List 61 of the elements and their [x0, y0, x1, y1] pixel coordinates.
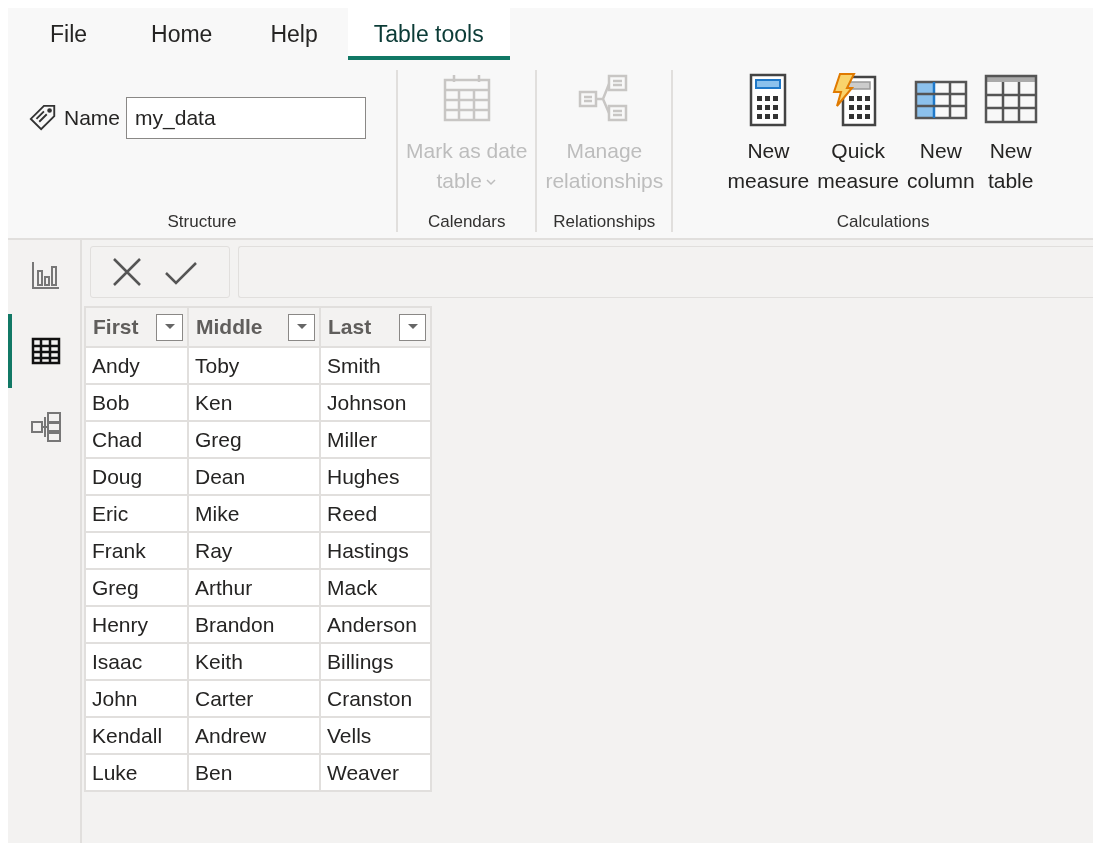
ribbon-button[interactable]: New column [905, 70, 977, 198]
table-cell: Greg [188, 421, 320, 458]
table-cell: Mike [188, 495, 320, 532]
ribbon-tab[interactable]: Home [151, 8, 213, 60]
name-field[interactable]: my_data [126, 97, 367, 139]
table-cell: Eric [85, 495, 188, 532]
table-cell: Andy [85, 347, 188, 384]
column-header: Last [328, 315, 372, 339]
table-cell: Chad [85, 421, 188, 458]
column-header: Middle [196, 315, 263, 339]
table-cell: Andrew [188, 717, 320, 754]
table-cell: Hughes [320, 458, 431, 495]
table-cell: Vells [320, 717, 431, 754]
filter-dropdown-button[interactable] [156, 313, 183, 341]
table-cell: Cranston [320, 680, 431, 717]
table-cell: Toby [188, 347, 320, 384]
table-cell: Weaver [320, 754, 431, 791]
table-cell: Brandon [188, 606, 320, 643]
table-cell: Mack [320, 569, 431, 606]
ribbon-button[interactable]: New table [980, 70, 1041, 198]
table-cell: John [85, 680, 188, 717]
filter-dropdown-button[interactable] [399, 313, 426, 341]
table-cell: Hastings [320, 532, 431, 569]
table-cell: Frank [85, 532, 188, 569]
table-cell: Ray [188, 532, 320, 569]
table-cell: Isaac [85, 643, 188, 680]
group-label: Relationships [553, 212, 656, 232]
group-label: Calculations [836, 212, 930, 232]
filter-dropdown-button[interactable] [288, 313, 315, 341]
table-cell: Carter [188, 680, 320, 717]
ribbon-button[interactable]: New measure [725, 70, 812, 198]
table-cell: Johnson [320, 384, 431, 421]
table-cell: Smith [320, 347, 431, 384]
table-cell: Greg [85, 569, 188, 606]
table-cell: Ben [188, 754, 320, 791]
table-cell: Henry [85, 606, 188, 643]
tag-icon [28, 103, 58, 133]
group-label: Structure [167, 212, 237, 232]
table-cell: Luke [85, 754, 188, 791]
table-cell: Billings [320, 643, 431, 680]
table-cell: Arthur [188, 569, 320, 606]
table-cell: Reed [320, 495, 431, 532]
table-grid-icon [30, 335, 62, 367]
table-cell: Doug [85, 458, 188, 495]
chevron-down-icon [484, 176, 497, 188]
table-cell: Keith [188, 643, 320, 680]
ribbon-tab[interactable]: Table tools [347, 8, 510, 60]
table-cell: Miller [320, 421, 431, 458]
ribbon-tab[interactable]: File [50, 8, 88, 60]
ribbon-tab[interactable]: Help [270, 8, 318, 60]
table-cell: Dean [188, 458, 320, 495]
table-cell: Bob [85, 384, 188, 421]
table-cell: Ken [188, 384, 320, 421]
table-cell: Kendall [85, 717, 188, 754]
model-diagram-icon [30, 411, 62, 443]
ribbon-button[interactable]: Quick measure [815, 70, 901, 198]
group-label: Calendars [427, 212, 506, 232]
field-label: Name [64, 106, 121, 130]
bar-chart-icon [30, 259, 62, 291]
table-cell: Anderson [320, 606, 431, 643]
column-header: First [93, 315, 139, 339]
